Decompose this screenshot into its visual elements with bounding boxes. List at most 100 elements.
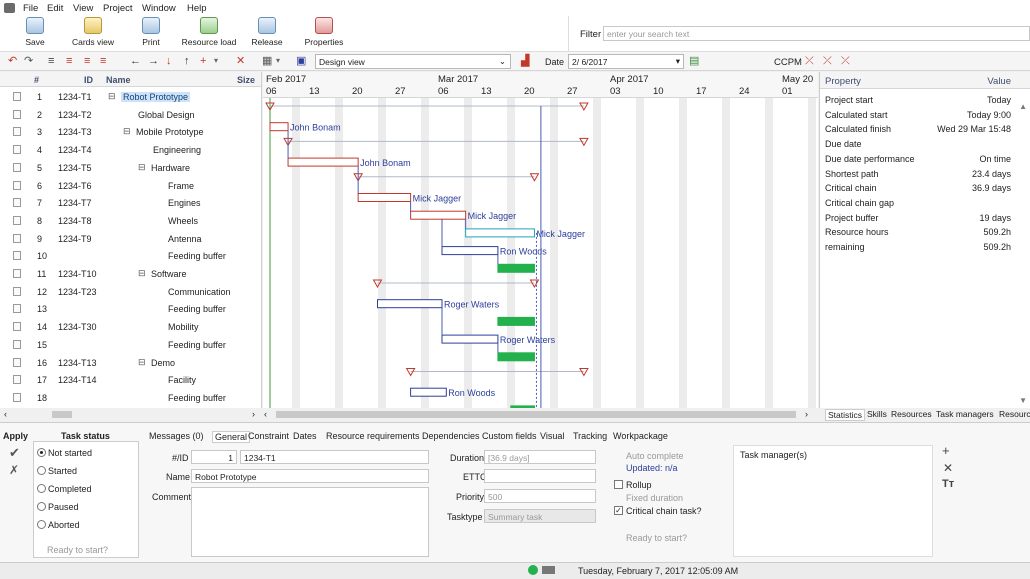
menu-project[interactable]: Project <box>103 3 133 14</box>
ccpm-icon-2[interactable]: ⤫ <box>823 55 832 67</box>
chart-scroll-left-icon[interactable]: ‹ <box>264 409 267 419</box>
row-checkbox[interactable] <box>13 269 21 278</box>
grid-header-size[interactable]: Size <box>237 75 255 85</box>
row-checkbox[interactable] <box>13 109 21 119</box>
table-row[interactable]: 18 Feeding buffer <box>0 389 261 407</box>
status-radio[interactable] <box>37 520 46 529</box>
search-input[interactable]: enter your search text <box>603 26 1030 41</box>
collapse-icon[interactable]: ⊟ <box>123 126 131 137</box>
row-checkbox[interactable] <box>13 233 21 243</box>
grid-header-num[interactable]: # <box>34 75 39 85</box>
tab-task-managers[interactable]: Task managers <box>936 409 994 419</box>
table-row[interactable]: 12 1234-T23 Communication <box>0 283 261 301</box>
task-managers-list[interactable] <box>733 445 933 557</box>
view-settings-dropdown-icon[interactable]: ▾ <box>276 55 280 67</box>
status-radio[interactable] <box>37 466 46 475</box>
cards-view-button[interactable]: Cards view <box>70 17 116 47</box>
scroll-right-icon[interactable]: › <box>252 409 255 419</box>
add-task-dropdown-icon[interactable]: ▾ <box>214 55 218 67</box>
menu-edit[interactable]: Edit <box>47 3 63 14</box>
release-button[interactable]: Release <box>250 17 284 47</box>
row-checkbox[interactable] <box>13 215 21 225</box>
collapse-icon[interactable]: ⊟ <box>138 357 146 368</box>
table-row[interactable]: 7 1234-T7 Engines <box>0 194 261 212</box>
detail-tab[interactable]: Workpackage <box>613 431 668 441</box>
row-checkbox[interactable] <box>13 322 21 332</box>
row-checkbox[interactable] <box>13 304 21 314</box>
properties-scroll-down-icon[interactable]: ▼ <box>1019 396 1027 405</box>
table-row[interactable]: 10 Feeding buffer <box>0 247 261 265</box>
detail-tab[interactable]: Dates <box>293 431 317 441</box>
row-checkbox[interactable] <box>13 375 21 385</box>
grid-header-name[interactable]: Name <box>106 75 131 85</box>
table-row[interactable]: 16 1234-T13 ⊟ Demo <box>0 354 261 372</box>
add-task-icon[interactable]: + <box>200 55 206 67</box>
comment-textarea[interactable] <box>191 487 429 557</box>
duration-field[interactable]: [36.9 days] <box>484 450 596 464</box>
ccpm-icon-1[interactable]: ⤫ <box>805 55 814 67</box>
detail-tab[interactable]: Tracking <box>573 431 607 441</box>
row-checkbox[interactable] <box>13 357 21 367</box>
arrow-down-icon[interactable]: ↓ <box>166 55 172 67</box>
remove-icon[interactable]: ✕ <box>943 461 953 475</box>
row-checkbox[interactable] <box>13 251 21 261</box>
chart-icon[interactable]: ▟ <box>521 55 529 67</box>
task-name-field[interactable]: Robot Prototype <box>191 469 429 483</box>
collapse-icon[interactable]: ⊟ <box>108 91 116 102</box>
table-row[interactable]: 13 Feeding buffer <box>0 300 261 318</box>
tasktype-select[interactable]: Summary task <box>484 509 596 523</box>
row-checkbox[interactable] <box>13 286 21 296</box>
menu-window[interactable]: Window <box>142 3 176 14</box>
detail-tab[interactable]: Dependencies <box>422 431 480 441</box>
gantt-canvas[interactable]: John Bonam John Bonam Mick Jagger Mick Jagg… <box>263 98 818 408</box>
critical-chain-checkbox[interactable]: ✓ <box>614 506 623 515</box>
table-row[interactable]: 5 1234-T5 ⊟ Hardware <box>0 159 261 177</box>
menu-file[interactable]: File <box>23 3 38 14</box>
chart-scroll-right-icon[interactable]: › <box>805 409 808 419</box>
row-checkbox[interactable] <box>13 198 21 208</box>
arrow-right-icon[interactable]: → <box>148 55 159 67</box>
status-message-icon[interactable] <box>542 566 555 574</box>
table-row[interactable]: 3 1234-T3 ⊟ Mobile Prototype <box>0 123 261 141</box>
arrow-up-icon[interactable]: ↑ <box>184 55 190 67</box>
list-alt-icon[interactable]: ≡ <box>100 55 106 67</box>
row-checkbox[interactable] <box>13 339 21 349</box>
scroll-left-icon[interactable]: ‹ <box>4 409 7 419</box>
row-checkbox[interactable] <box>13 180 21 190</box>
horizontal-scrollbar[interactable]: ‹ › ‹ › <box>0 408 818 421</box>
outdent-icon[interactable]: ≡ <box>66 55 72 67</box>
list-icon[interactable]: ≡ <box>84 55 90 67</box>
view-settings-icon[interactable]: ▦ <box>262 55 272 67</box>
indent-icon[interactable]: ≡ <box>48 55 54 67</box>
table-row[interactable]: 4 1234-T4 Engineering <box>0 141 261 159</box>
status-radio[interactable] <box>37 484 46 493</box>
print-button[interactable]: Print <box>138 17 164 47</box>
detail-tab[interactable]: General <box>212 431 251 443</box>
table-row[interactable]: 1 1234-T1 ⊟ Robot Prototype <box>0 88 261 106</box>
ettc-field[interactable] <box>484 469 596 483</box>
row-checkbox[interactable] <box>13 127 21 137</box>
menu-view[interactable]: View <box>73 3 93 14</box>
detail-tab[interactable]: Constraint <box>248 431 289 441</box>
ccpm-icon-3[interactable]: ⤫ <box>841 55 850 67</box>
save-button[interactable]: Save <box>22 17 48 47</box>
today-icon[interactable]: ▤ <box>689 55 699 67</box>
layout-icon[interactable]: ▣ <box>296 55 306 67</box>
detail-tab[interactable]: Visual <box>540 431 564 441</box>
tab-resourc[interactable]: Resourc <box>999 409 1030 419</box>
undo-icon[interactable]: ↶ <box>8 55 17 67</box>
table-row[interactable]: 2 1234-T2 Global Design <box>0 106 261 124</box>
checkmark-icon[interactable]: ✔ <box>9 445 20 461</box>
properties-button[interactable]: Properties <box>303 17 345 47</box>
table-row[interactable]: 8 1234-T8 Wheels <box>0 212 261 230</box>
table-row[interactable]: 17 1234-T14 Facility <box>0 371 261 389</box>
cancel-icon[interactable]: ✗ <box>9 463 19 477</box>
priority-field[interactable]: 500 <box>484 489 596 503</box>
arrow-left-icon[interactable]: ← <box>130 55 141 67</box>
view-select[interactable]: Design view ⌄ <box>315 54 511 69</box>
row-checkbox[interactable] <box>13 392 21 402</box>
row-checkbox[interactable] <box>13 145 21 155</box>
chart-scroll-thumb[interactable] <box>276 411 796 418</box>
resource-load-button[interactable]: Resource load <box>180 17 238 47</box>
table-row[interactable]: 14 1234-T30 Mobility <box>0 318 261 336</box>
